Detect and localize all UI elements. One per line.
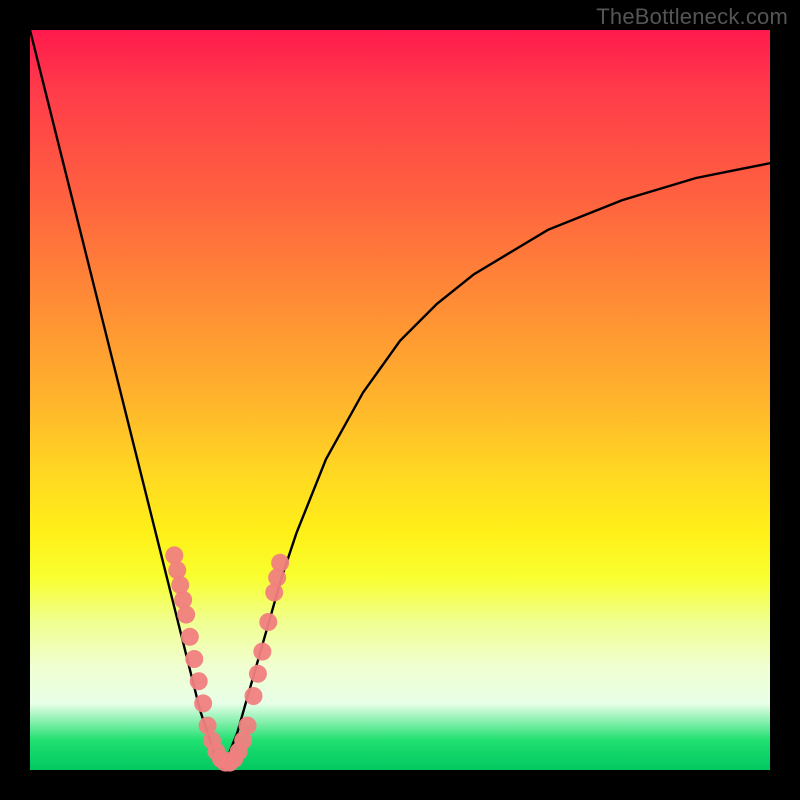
series-group	[30, 30, 770, 770]
marker-dot	[185, 650, 203, 668]
marker-dot	[239, 717, 257, 735]
plot-area	[30, 30, 770, 770]
marker-dot	[165, 546, 183, 564]
marker-dot	[177, 606, 195, 624]
marker-dot	[194, 694, 212, 712]
marker-dot	[168, 561, 186, 579]
marker-dot	[171, 576, 189, 594]
marker-dot	[259, 613, 277, 631]
curve-right-curve	[222, 163, 770, 770]
marker-group	[165, 546, 289, 771]
marker-dot	[174, 591, 192, 609]
marker-dot	[249, 665, 267, 683]
chart-frame: TheBottleneck.com	[0, 0, 800, 800]
marker-dot	[190, 672, 208, 690]
marker-dot	[265, 583, 283, 601]
marker-dot	[268, 569, 286, 587]
marker-dot	[271, 554, 289, 572]
chart-svg	[30, 30, 770, 770]
marker-dot	[244, 687, 262, 705]
marker-dot	[253, 643, 271, 661]
watermark-label: TheBottleneck.com	[596, 4, 788, 30]
marker-dot	[181, 628, 199, 646]
